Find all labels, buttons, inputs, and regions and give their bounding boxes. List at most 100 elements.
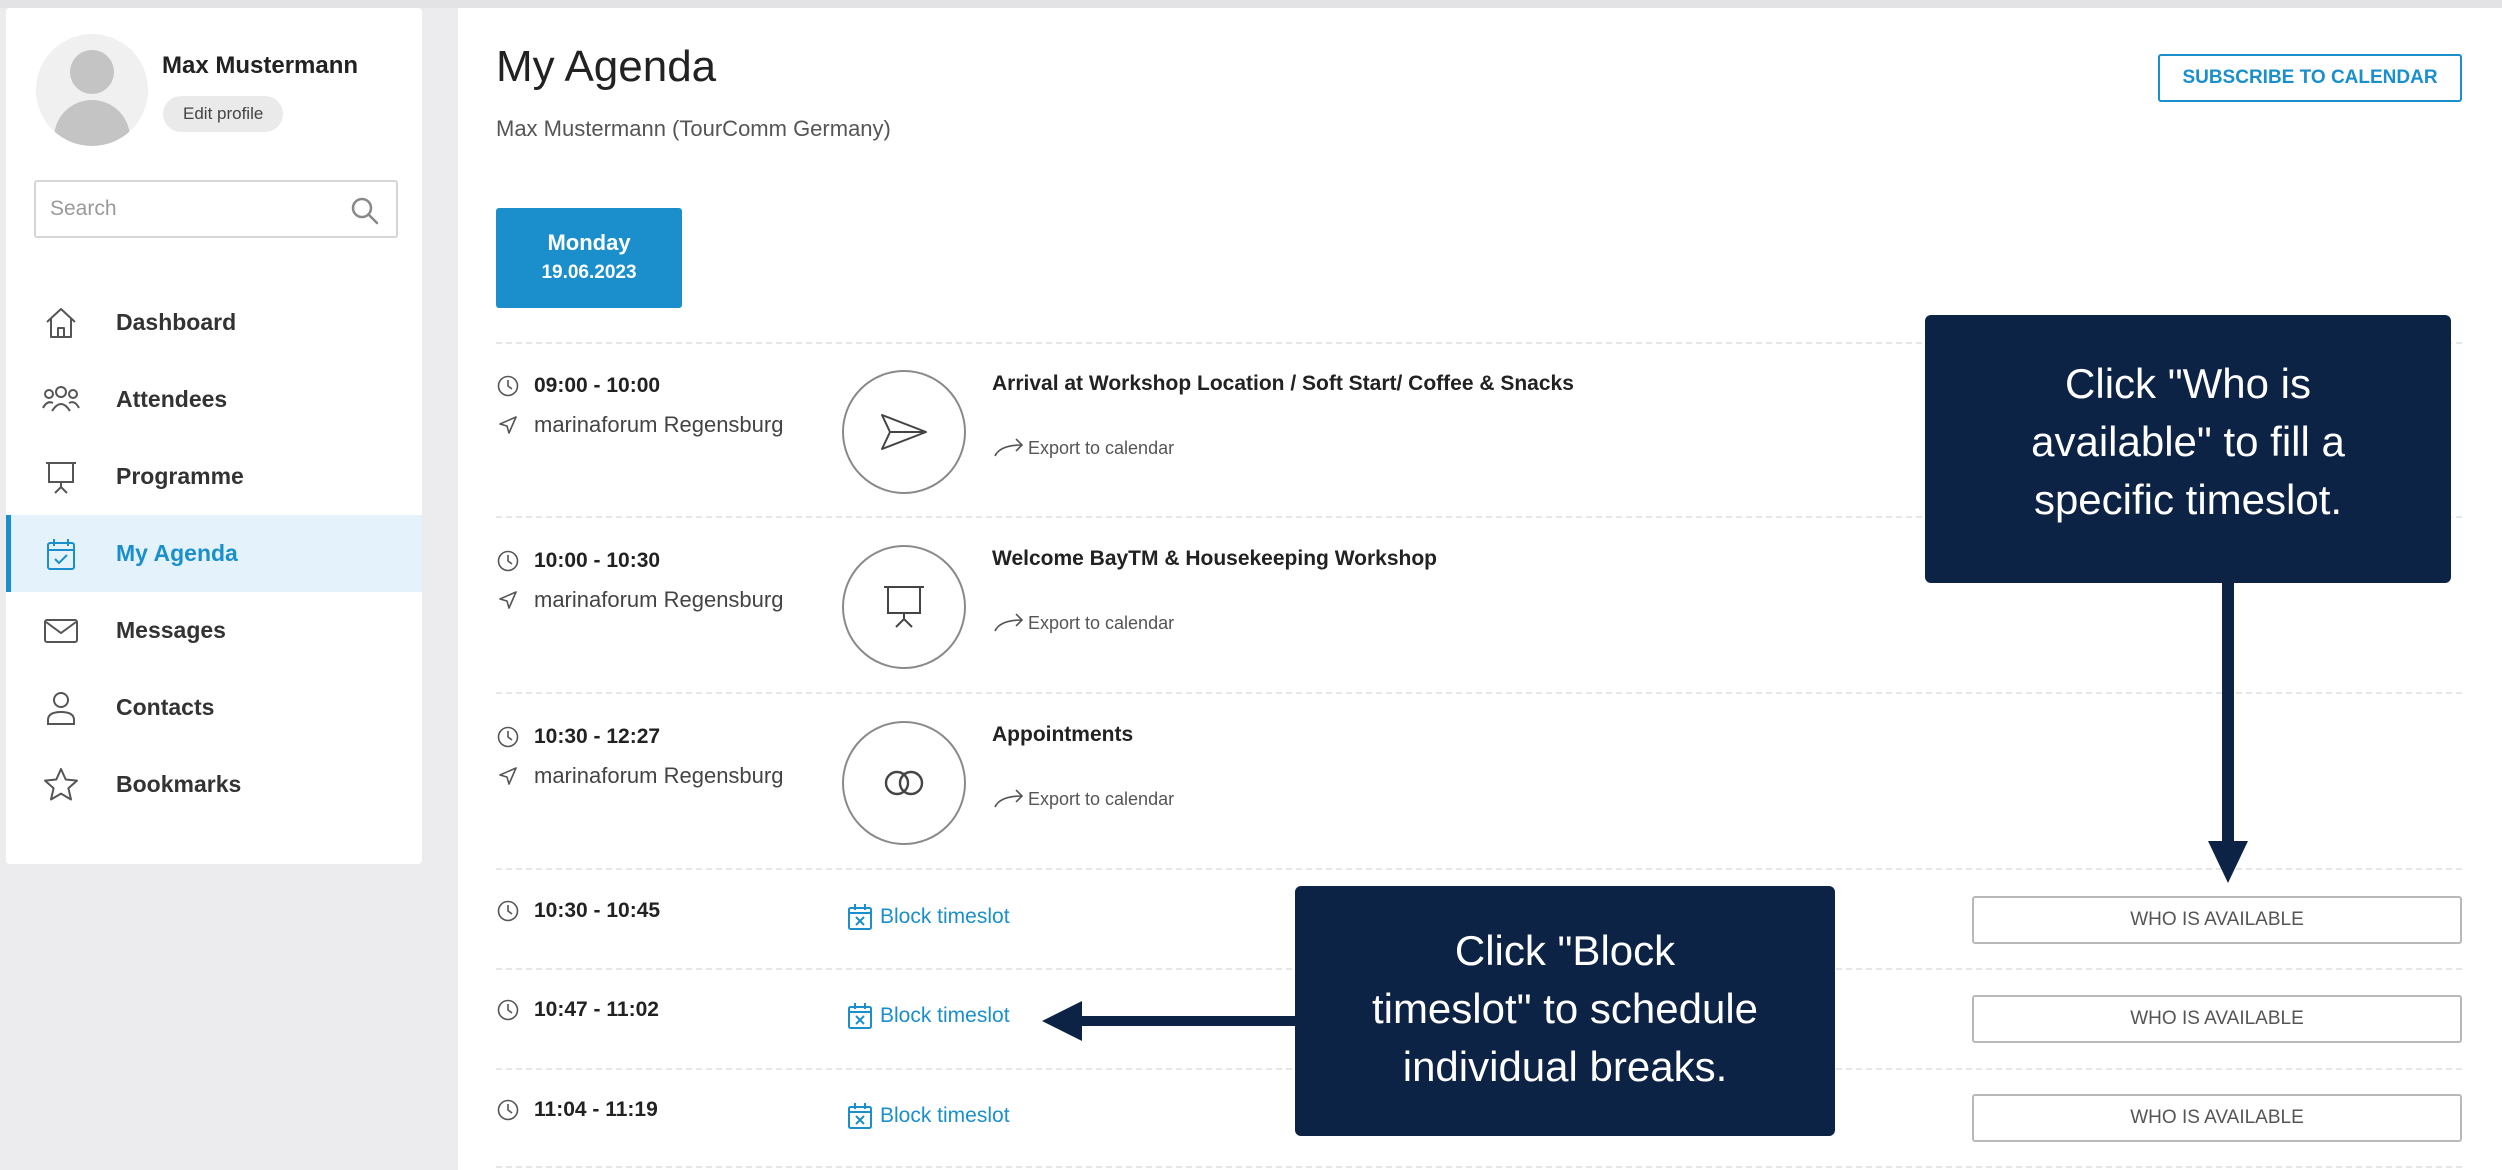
presentation-icon (884, 586, 924, 628)
sidebar-item-programme[interactable]: Programme (6, 438, 422, 515)
callout-line: Click "Who is (2065, 360, 2311, 407)
clock-icon (497, 999, 519, 1021)
divider (496, 868, 2462, 870)
block-timeslot-label: Block timeslot (880, 905, 1010, 928)
event-time: 10:30 - 12:27 (496, 725, 660, 749)
calendar-check-icon (42, 535, 80, 573)
sidebar-item-contacts[interactable]: Contacts (6, 669, 422, 746)
location-arrow-icon (499, 767, 517, 785)
who-is-available-button[interactable]: WHO IS AVAILABLE (1972, 1094, 2462, 1142)
callout-arrow-left (1042, 1001, 1296, 1041)
event-time-text: 09:00 - 10:00 (534, 374, 661, 397)
event-location: marinaforum Regensburg (496, 412, 783, 438)
home-icon (42, 304, 80, 342)
calendar-x-icon (848, 904, 872, 930)
presentation-icon (42, 458, 80, 496)
event-title[interactable]: Arrival at Workshop Location / Soft Star… (992, 372, 1574, 396)
calendar-x-icon (848, 1103, 872, 1129)
search-box (34, 180, 398, 238)
block-timeslot-link[interactable]: Block timeslot (846, 1101, 1010, 1131)
people-icon (42, 381, 80, 419)
sidebar-item-label: Dashboard (116, 309, 237, 335)
callout-who-is-available: Click "Who is available" to fill a speci… (1925, 315, 2451, 583)
avatar-head (70, 50, 114, 94)
sidebar-item-bookmarks[interactable]: Bookmarks (6, 746, 422, 823)
slot-time-text: 11:04 - 11:19 (534, 1098, 658, 1121)
clock-icon (497, 900, 519, 922)
callout-line: Click "Block (1454, 927, 1676, 974)
clock-icon (497, 726, 519, 748)
location-arrow-icon (499, 591, 517, 609)
event-location-text: marinaforum Regensburg (534, 412, 784, 437)
sidebar-item-my-agenda[interactable]: My Agenda (6, 515, 422, 592)
who-is-available-button[interactable]: WHO IS AVAILABLE (1972, 995, 2462, 1043)
page-subtitle: Max Mustermann (TourComm Germany) (496, 116, 891, 141)
callout-line: individual breaks. (1402, 1043, 1728, 1090)
block-timeslot-link[interactable]: Block timeslot (846, 902, 1010, 932)
block-timeslot-label: Block timeslot (880, 1004, 1010, 1027)
event-title[interactable]: Welcome BayTM & Housekeeping Workshop (992, 547, 1437, 571)
search-input[interactable] (50, 194, 330, 224)
export-label: Export to calendar (1028, 612, 1175, 633)
sidebar-item-dashboard[interactable]: Dashboard (6, 284, 422, 361)
event-icon-circle (842, 545, 966, 669)
forward-arrow-icon (994, 613, 1024, 632)
user-name: Max Mustermann (162, 52, 359, 79)
event-location: marinaforum Regensburg (496, 587, 783, 613)
callout-line: available" to fill a (2031, 418, 2345, 465)
slot-time: 10:30 - 10:45 (496, 899, 660, 923)
sidebar-item-messages[interactable]: Messages (6, 592, 422, 669)
who-is-available-button[interactable]: WHO IS AVAILABLE (1972, 896, 2462, 944)
sidebar-item-label: Programme (116, 463, 244, 489)
paper-plane-icon (881, 414, 927, 450)
day-tab-date: 19.06.2023 (541, 262, 637, 283)
subscribe-to-calendar-button[interactable]: SUBSCRIBE TO CALENDAR (2158, 54, 2462, 102)
slot-time: 10:47 - 11:02 (496, 998, 659, 1022)
callout-line: timeslot" to schedule (1371, 985, 1759, 1032)
export-to-calendar-link[interactable]: Export to calendar (992, 787, 1174, 811)
event-time: 09:00 - 10:00 (496, 374, 660, 398)
export-to-calendar-link[interactable]: Export to calendar (992, 436, 1174, 460)
search-icon[interactable] (350, 196, 380, 226)
block-timeslot-link[interactable]: Block timeslot (846, 1001, 1010, 1031)
sidebar-item-attendees[interactable]: Attendees (6, 361, 422, 438)
event-icon-circle (842, 721, 966, 845)
sidebar-item-label: Contacts (116, 694, 215, 720)
avatar-body (54, 100, 130, 146)
envelope-icon (42, 612, 80, 650)
edit-profile-button[interactable]: Edit profile (163, 96, 284, 132)
export-label: Export to calendar (1028, 788, 1175, 809)
day-tab-monday[interactable]: Monday 19.06.2023 (496, 208, 682, 308)
sidebar-nav: Dashboard Attendees Programme My Agenda … (6, 284, 422, 823)
forward-arrow-icon (994, 789, 1024, 808)
clock-icon (497, 375, 519, 397)
slot-time-text: 10:47 - 11:02 (534, 998, 659, 1021)
slot-time-text: 10:30 - 10:45 (534, 899, 661, 922)
top-border (0, 0, 2502, 8)
star-icon (42, 766, 80, 804)
location-arrow-icon (499, 416, 517, 434)
day-tab-day: Monday (547, 230, 631, 255)
slot-time: 11:04 - 11:19 (496, 1098, 658, 1122)
sidebar-item-label: Messages (116, 617, 226, 643)
event-icon-circle (842, 370, 966, 494)
callout-block-timeslot: Click "Block timeslot" to schedule indiv… (1295, 886, 1835, 1136)
divider (496, 692, 2462, 694)
event-location-text: marinaforum Regensburg (534, 763, 784, 788)
sidebar-item-label: Attendees (116, 386, 228, 412)
calendar-x-icon (848, 1003, 872, 1029)
block-timeslot-label: Block timeslot (880, 1104, 1010, 1127)
sidebar-item-label: My Agenda (116, 540, 238, 566)
event-location-text: marinaforum Regensburg (534, 587, 784, 612)
avatar[interactable] (36, 34, 148, 146)
divider (496, 1166, 2462, 1168)
export-to-calendar-link[interactable]: Export to calendar (992, 611, 1174, 635)
event-location: marinaforum Regensburg (496, 763, 783, 789)
interlocking-rings-icon (884, 770, 924, 796)
event-time: 10:00 - 10:30 (496, 549, 660, 573)
event-title[interactable]: Appointments (992, 723, 1133, 747)
sidebar: Max Mustermann Edit profile Dashboard At… (6, 8, 422, 864)
callout-arrow-down (2208, 583, 2248, 883)
export-label: Export to calendar (1028, 437, 1175, 458)
event-time-text: 10:30 - 12:27 (534, 725, 661, 748)
